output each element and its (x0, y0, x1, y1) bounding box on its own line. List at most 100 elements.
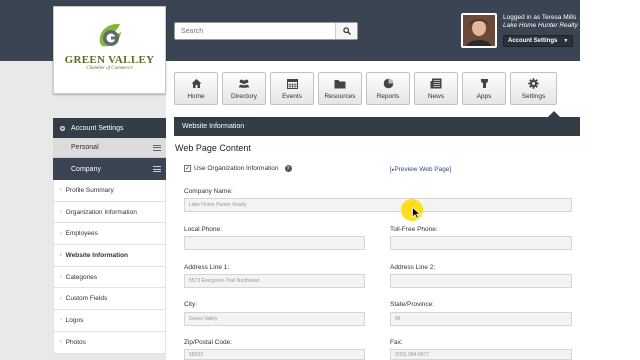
home-icon (190, 78, 202, 90)
nav-directory-label: Directory (230, 92, 257, 100)
fax-label: Fax: (390, 339, 403, 346)
sidebar: Account Settings Personal Company › Profi… (53, 118, 166, 354)
use-org-info-checkbox[interactable]: ✓ (184, 165, 191, 172)
sidebar-company-label: Company (71, 165, 101, 173)
city-label: City: (184, 301, 197, 308)
state-label: State/Province: (390, 301, 435, 308)
sidebar-item-label: Profile Summary (65, 186, 114, 194)
nav-events-label: Events (282, 92, 302, 100)
nav-resources-label: Resources (324, 92, 356, 100)
sidebar-item-label: Categories (65, 273, 98, 281)
use-org-info-row: ✓ Use Organization Information ? (184, 165, 292, 172)
sidebar-item-label: Photos (65, 338, 86, 346)
nav-apps-label: Apps (476, 92, 492, 100)
logo-name: GREEN VALLEY (64, 54, 155, 66)
city-field[interactable]: Green Valley (184, 312, 365, 326)
menu-icon[interactable] (153, 166, 161, 172)
company-name-field[interactable]: Lake Home Hunter Realty (184, 198, 572, 212)
sidebar-item-custom-fields[interactable]: › Custom Fields (53, 288, 166, 311)
sidebar-header-label: Account Settings (71, 124, 124, 132)
pie-chart-icon (382, 78, 394, 90)
sidebar-header[interactable]: Account Settings (53, 118, 166, 138)
chevron-right-icon: › (60, 295, 62, 302)
account-settings-label: Account Settings (508, 38, 558, 44)
folder-icon (334, 78, 346, 90)
address2-field[interactable] (390, 274, 572, 288)
page-title: Web Page Content (175, 143, 251, 153)
zip-label: Zip/Postal Code: (184, 339, 233, 346)
search-input[interactable] (175, 23, 335, 39)
nav-directory[interactable]: Directory (222, 72, 266, 105)
search-button[interactable] (335, 23, 357, 39)
search-icon (342, 27, 351, 35)
sidebar-item-logos[interactable]: › Logos (53, 310, 166, 332)
local-phone-label: Local Phone: (184, 226, 222, 233)
login-info: Logged in as Teresa Mills Lake Home Hunt… (503, 14, 578, 30)
company-name-label: Company Name: (184, 188, 233, 195)
logged-in-text: Logged in as Teresa Mills (503, 14, 577, 21)
apps-icon (478, 78, 490, 90)
sidebar-item-categories[interactable]: › Categories (53, 266, 166, 289)
nav-resources[interactable]: Resources (318, 72, 362, 105)
section-title-bar: Website Information (174, 117, 580, 136)
chevron-right-icon: › (60, 317, 62, 324)
chevron-right-icon: › (60, 252, 62, 259)
preview-link-label: Preview Web Page (394, 166, 450, 173)
search-box (174, 22, 358, 40)
address2-label: Address Line 2: (390, 264, 436, 271)
gear-icon (528, 78, 540, 90)
sidebar-item-label: Organization Information (65, 208, 137, 216)
nav-reports-label: Reports (376, 92, 400, 100)
logo-leaf-icon (92, 21, 128, 51)
preview-bracket-right: ] (449, 166, 452, 173)
user-company: Lake Home Hunter Realty (503, 22, 578, 29)
sidebar-item-employees[interactable]: › Employees (53, 223, 166, 246)
chevron-right-icon: › (60, 230, 62, 237)
sidebar-item-label: Logos (65, 316, 84, 324)
logo[interactable]: GREEN VALLEY Chamber of Commerce (53, 6, 166, 94)
sidebar-item-profile-summary[interactable]: › Profile Summary (53, 180, 166, 202)
section-title: Website Information (182, 123, 245, 130)
sidebar-item-organization-information[interactable]: › Organization Information (53, 201, 166, 224)
fax-field[interactable]: (555) 984-0677 (390, 349, 572, 360)
chevron-right-icon: › (60, 274, 62, 281)
zip-field[interactable]: 58033 (184, 349, 365, 360)
menu-icon[interactable] (153, 144, 161, 151)
help-icon[interactable]: ? (284, 165, 292, 172)
nav-events[interactable]: Events (270, 72, 314, 105)
main-nav: Home Directory Events Resources Reports … (174, 72, 557, 105)
avatar[interactable] (461, 13, 497, 48)
nav-apps[interactable]: Apps (462, 72, 506, 105)
sidebar-personal-label: Personal (71, 144, 99, 151)
nav-settings-label: Settings (521, 92, 546, 100)
nav-home-label: Home (187, 92, 205, 100)
nav-settings[interactable]: Settings (510, 72, 557, 105)
local-phone-field[interactable] (184, 236, 365, 250)
toll-free-label: Toll-Free Phone: (390, 226, 438, 233)
address1-label: Address Line 1: (184, 264, 230, 271)
logo-subtitle: Chamber of Commerce (86, 66, 133, 71)
chevron-right-icon: › (60, 209, 62, 216)
toll-free-field[interactable] (390, 236, 572, 250)
address1-field[interactable]: 5573 Evergreen Trail Northwest (184, 274, 365, 288)
calendar-icon (286, 78, 298, 90)
newspaper-icon (430, 78, 442, 90)
nav-news[interactable]: News (414, 72, 458, 105)
sidebar-item-website-information[interactable]: › Website Information (53, 245, 166, 267)
sidebar-item-photos[interactable]: › Photos (53, 331, 166, 354)
sidebar-item-label: Website Information (65, 251, 129, 259)
people-icon (238, 78, 250, 90)
use-org-info-label: Use Organization Information (194, 165, 279, 172)
caret-down-icon: ▼ (563, 38, 569, 44)
state-field[interactable]: MI (390, 312, 572, 326)
sidebar-item-company[interactable]: Company (53, 158, 166, 180)
account-settings-button[interactable]: Account Settings ▼ (503, 35, 573, 47)
nav-reports[interactable]: Reports (366, 72, 410, 105)
mouse-pointer-icon (412, 207, 421, 219)
preview-web-page-link[interactable]: [▸Preview Web Page] (390, 166, 451, 173)
gear-icon (59, 125, 66, 131)
sidebar-item-label: Employees (65, 230, 98, 238)
nav-home[interactable]: Home (174, 72, 218, 105)
nav-news-label: News (427, 92, 445, 100)
sidebar-item-personal[interactable]: Personal (53, 138, 166, 158)
